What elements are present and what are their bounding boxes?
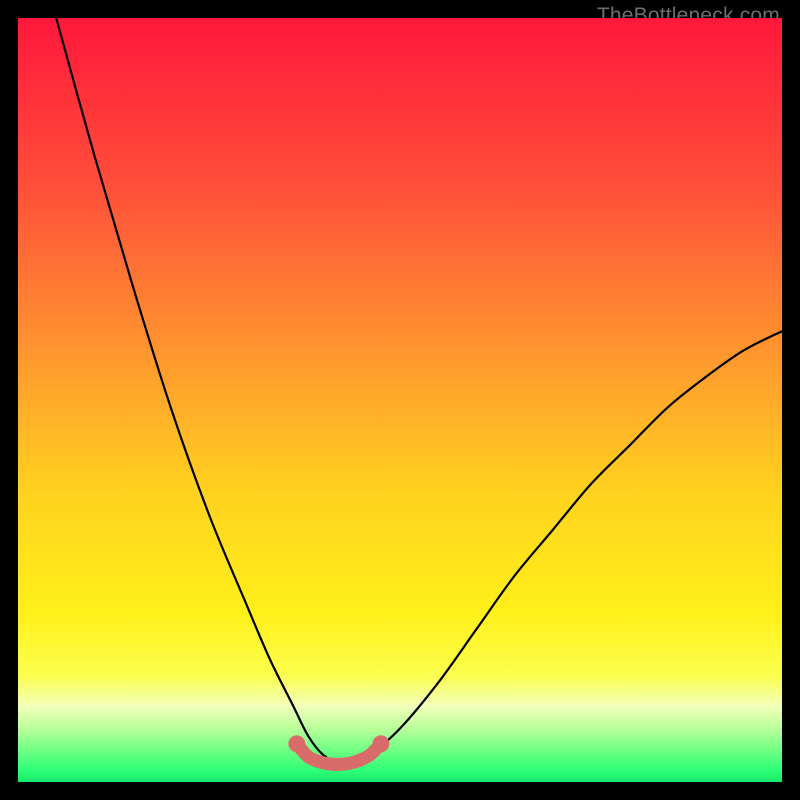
plot-area — [18, 18, 782, 782]
gradient-background — [18, 18, 782, 782]
bottleneck-chart-svg — [18, 18, 782, 782]
optimal-range-start-dot — [288, 735, 305, 752]
optimal-range-end-dot — [372, 735, 389, 752]
chart-stage: TheBottleneck.com — [0, 0, 800, 800]
